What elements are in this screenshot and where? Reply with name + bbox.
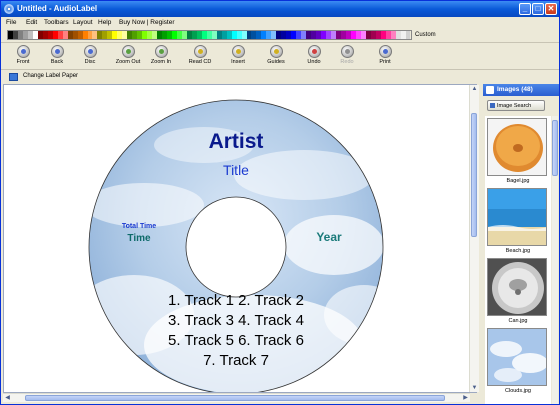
can-image — [487, 258, 547, 316]
thumbnail-label: Clouds.jpg — [505, 388, 531, 394]
bagel-image — [487, 118, 547, 176]
back-label: Back — [50, 59, 64, 65]
menu-edit[interactable]: Edit — [26, 19, 37, 26]
image-thumbnail-can[interactable]: Can.jpg — [487, 258, 549, 324]
image-search-button[interactable]: Image Search — [487, 100, 545, 111]
zoom-in-button[interactable]: Zoom In — [142, 43, 180, 69]
app-window: Untitled - AudioLabel _ □ ✕ File Edit To… — [0, 0, 560, 405]
redo-label: Redo — [340, 59, 354, 65]
insert-icon — [231, 45, 245, 58]
title-bar[interactable]: Untitled - AudioLabel _ □ ✕ — [1, 1, 559, 17]
menu-buy-now-register[interactable]: Buy Now | Register — [119, 19, 175, 26]
title-text[interactable]: Title — [186, 162, 286, 178]
close-button[interactable]: ✕ — [545, 3, 557, 15]
redo-button[interactable]: Redo — [328, 43, 366, 69]
scroll-up-icon[interactable]: ▲ — [470, 85, 479, 93]
menu-bar: File Edit Toolbars Layout Help Buy Now |… — [1, 17, 559, 29]
read-cd-icon — [193, 45, 207, 58]
menu-help[interactable]: Help — [98, 19, 111, 26]
disc-hole — [185, 196, 287, 298]
back-icon — [50, 45, 64, 58]
menu-file[interactable]: File — [6, 19, 16, 26]
zoom-out-icon — [121, 45, 135, 58]
read-cd-label: Read CD — [188, 59, 212, 65]
thumbnail-label: Beach.jpg — [505, 248, 531, 254]
zoom-out-label: Zoom Out — [115, 59, 141, 65]
guides-icon — [269, 45, 283, 58]
print-icon — [378, 45, 392, 58]
canvas-horizontal-scrollbar[interactable]: ◀ ▶ — [3, 393, 470, 402]
front-icon — [16, 45, 30, 58]
image-thumbnail-bagel[interactable]: Bagel.jpg — [487, 118, 549, 184]
disc-icon — [83, 45, 97, 58]
guides-label: Guides — [267, 59, 285, 65]
track-list-line[interactable]: 5. Track 5 6. Track 6 — [116, 332, 356, 349]
color-palette[interactable] — [7, 30, 412, 40]
zoom-in-icon — [154, 45, 168, 58]
zoom-in-label: Zoom In — [150, 59, 172, 65]
total-time-label[interactable]: Total Time — [109, 223, 169, 230]
horizontal-scroll-thumb[interactable] — [25, 395, 445, 401]
time-text[interactable]: Time — [109, 233, 169, 244]
insert-label: Insert — [231, 59, 245, 65]
undo-icon — [307, 45, 321, 58]
print-button[interactable]: Print — [366, 43, 404, 69]
front-label: Front — [16, 59, 30, 65]
scroll-left-icon[interactable]: ◀ — [3, 394, 12, 402]
read-cd-button[interactable]: Read CD — [181, 43, 219, 69]
main-toolbar: Front Back Disc Zoom Out Zoom In Read CD… — [1, 43, 559, 69]
track-list-line[interactable]: 3. Track 3 4. Track 4 — [116, 312, 356, 329]
disc-button[interactable]: Disc — [71, 43, 109, 69]
guides-button[interactable]: Guides — [257, 43, 295, 69]
print-label: Print — [379, 59, 391, 65]
image-thumbnail-list: Bagel.jpg Beach.jpg Can.jpg Clouds.jpg — [485, 116, 551, 404]
vertical-scroll-thumb[interactable] — [471, 113, 477, 237]
thumbnail-label: Can.jpg — [508, 318, 528, 324]
search-icon — [490, 103, 495, 108]
images-panel: Images (48) Image Search Bagel.jpg Beach… — [483, 84, 559, 404]
scroll-right-icon[interactable]: ▶ — [461, 394, 470, 402]
canvas-vertical-scrollbar[interactable]: ▲ ▼ — [469, 85, 479, 392]
thumbnail-label: Bagel.jpg — [506, 178, 530, 184]
label-paper-bar: Change Label Paper — [1, 69, 559, 84]
images-panel-scrollbar[interactable] — [552, 116, 558, 404]
app-icon — [4, 4, 14, 14]
image-search-label: Image Search — [497, 103, 532, 109]
clouds-image — [487, 328, 547, 386]
maximize-button[interactable]: □ — [532, 3, 544, 15]
design-canvas[interactable]: Artist Title Total Time Time Year 1. Tra… — [3, 84, 477, 393]
track-list-line[interactable]: 7. Track 7 — [116, 352, 356, 369]
color-swatch[interactable] — [405, 31, 411, 39]
images-scroll-thumb[interactable] — [552, 120, 558, 176]
front-button[interactable]: Front — [4, 43, 42, 69]
images-icon — [486, 86, 494, 94]
change-label-paper-button[interactable]: Change Label Paper — [23, 73, 78, 79]
image-thumbnail-clouds[interactable]: Clouds.jpg — [487, 328, 549, 394]
images-panel-title: Images (48) — [497, 86, 533, 93]
label-paper-icon — [9, 73, 18, 81]
image-thumbnail-beach[interactable]: Beach.jpg — [487, 188, 549, 254]
disc-label: Disc — [84, 59, 96, 65]
redo-icon — [340, 45, 354, 58]
images-panel-header: Images (48) — [483, 84, 559, 96]
year-text[interactable]: Year — [304, 230, 354, 244]
track-list-line[interactable]: 1. Track 1 2. Track 2 — [116, 292, 356, 309]
menu-layout[interactable]: Layout — [73, 19, 93, 26]
custom-color-label[interactable]: Custom — [415, 32, 436, 38]
artist-text[interactable]: Artist — [186, 130, 286, 154]
menu-toolbars[interactable]: Toolbars — [44, 19, 69, 26]
undo-label: Undo — [307, 59, 321, 65]
insert-button[interactable]: Insert — [219, 43, 257, 69]
window-title: Untitled - AudioLabel — [17, 4, 98, 13]
minimize-button[interactable]: _ — [519, 3, 531, 15]
scroll-down-icon[interactable]: ▼ — [470, 384, 479, 392]
beach-image — [487, 188, 547, 246]
